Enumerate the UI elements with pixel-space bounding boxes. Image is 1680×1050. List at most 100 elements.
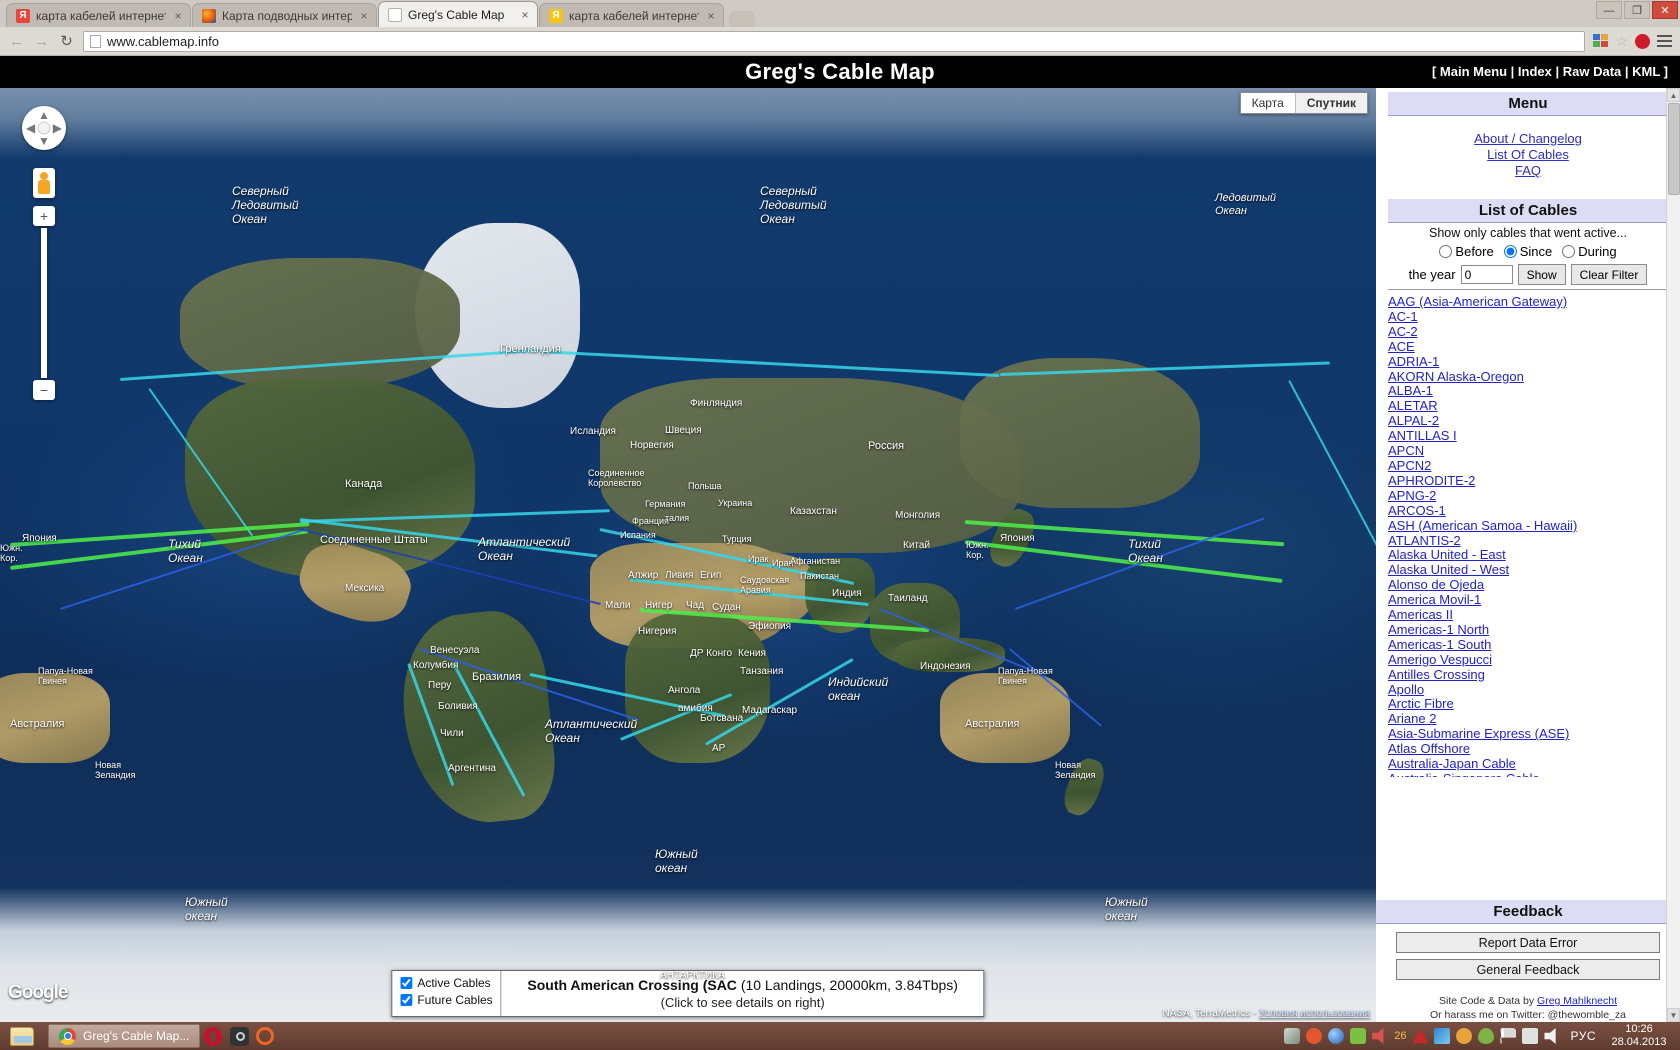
map-type-switch[interactable]: Карта Спутник: [1239, 92, 1368, 114]
terms-of-use-link[interactable]: Условия использования: [1259, 1008, 1370, 1019]
tab-close-icon[interactable]: ×: [705, 9, 717, 23]
cable-list-item[interactable]: Australia-Japan Cable: [1388, 756, 1668, 772]
cable-list-item[interactable]: Atlas Offshore: [1388, 741, 1668, 757]
cable-list-item[interactable]: APCN2: [1388, 458, 1668, 474]
taskbar-item-steam[interactable]: [226, 1023, 252, 1049]
cable-list-item[interactable]: AC-1: [1388, 309, 1668, 325]
cable-list-item[interactable]: Asia-Submarine Express (ASE): [1388, 726, 1668, 742]
cable-list-item[interactable]: ANTILLAS I: [1388, 428, 1668, 444]
general-feedback-button[interactable]: General Feedback: [1396, 959, 1660, 980]
panel-scrollbar[interactable]: ▲ ▼: [1666, 88, 1680, 1022]
eye-tray-icon[interactable]: [1478, 1028, 1495, 1044]
pan-center-icon[interactable]: [37, 121, 51, 135]
scroll-up-arrow-icon[interactable]: ▲: [1667, 88, 1680, 102]
taskbar-item-opera[interactable]: [200, 1023, 226, 1049]
cable-list[interactable]: AAG (Asia-American Gateway) AC-1 AC-2 ACE AD…: [1388, 295, 1668, 777]
cable-list-item[interactable]: APCN: [1388, 443, 1668, 459]
volume-tray-icon[interactable]: [1372, 1028, 1384, 1044]
cable-list-item[interactable]: AKORN Alaska-Oregon: [1388, 369, 1668, 385]
pan-up-icon[interactable]: ▲: [38, 108, 50, 122]
cable-list-item[interactable]: Apollo: [1388, 682, 1668, 698]
apps-grid-icon[interactable]: [1593, 34, 1609, 48]
picture-tray-icon[interactable]: [1434, 1028, 1451, 1044]
taskbar-item-chrome[interactable]: Greg's Cable Map...: [48, 1024, 201, 1048]
browser-tab-2[interactable]: Карта подводных интерн ×: [192, 3, 377, 27]
cable-list-item[interactable]: Alaska United - West: [1388, 562, 1668, 578]
cable-map[interactable]: Карта Спутник ▲ ▼ ◀ ▶ + − Google NASA, T…: [0, 88, 1376, 1022]
extension-icon[interactable]: [1635, 33, 1650, 49]
future-cables-checkbox[interactable]: [400, 994, 413, 1006]
menu-link-list-of-cables[interactable]: List Of Cables: [1388, 147, 1668, 162]
flag-tray-icon[interactable]: [1500, 1028, 1517, 1044]
cable-list-item[interactable]: Antilles Crossing: [1388, 667, 1668, 683]
cable-list-item[interactable]: AAG (Asia-American Gateway): [1388, 295, 1668, 310]
network-tray-icon[interactable]: [1522, 1028, 1539, 1044]
cable-list-item[interactable]: Americas-1 South: [1388, 637, 1668, 653]
globe-tray-icon[interactable]: [1328, 1028, 1345, 1044]
cable-list-item[interactable]: Arctic Fibre: [1388, 697, 1668, 712]
pan-control[interactable]: ▲ ▼ ◀ ▶: [22, 106, 66, 150]
cable-list-item[interactable]: ARCOS-1: [1388, 503, 1668, 519]
cable-list-item[interactable]: Alonso de Ojeda: [1388, 577, 1668, 593]
cable-list-item[interactable]: Amerigo Vespucci: [1388, 652, 1668, 668]
cable-list-item[interactable]: ALETAR: [1388, 398, 1668, 414]
cable-list-item[interactable]: Ariane 2: [1388, 711, 1668, 727]
file-explorer-button[interactable]: [0, 1023, 44, 1049]
scroll-down-arrow-icon[interactable]: ▼: [1667, 1008, 1680, 1022]
menu-link-about[interactable]: About / Changelog: [1388, 131, 1668, 146]
cable-list-item[interactable]: America Movil-1: [1388, 592, 1668, 608]
cable-list-item[interactable]: APHRODITE-2: [1388, 473, 1668, 489]
pan-left-icon[interactable]: ◀: [26, 121, 35, 135]
cable-list-item[interactable]: Americas II: [1388, 607, 1668, 623]
info-tray-icon[interactable]: [1456, 1028, 1473, 1044]
address-bar[interactable]: www.cablemap.info: [83, 30, 1586, 52]
report-data-error-button[interactable]: Report Data Error: [1396, 932, 1660, 953]
cable-list-item[interactable]: ADRIA-1: [1388, 354, 1668, 370]
menu-link-faq[interactable]: FAQ: [1388, 163, 1668, 178]
reload-icon[interactable]: ↻: [58, 33, 75, 50]
cable-list-item[interactable]: ATLANTIS-2: [1388, 533, 1668, 549]
taskbar-clock[interactable]: 10:26 28.04.2013: [1606, 1023, 1672, 1049]
active-cables-toggle[interactable]: Active Cables: [400, 976, 492, 990]
radio-before[interactable]: [1439, 245, 1453, 258]
maximize-button[interactable]: ❐: [1624, 1, 1650, 19]
map-type-karta[interactable]: Карта: [1241, 93, 1296, 113]
zoom-out-button[interactable]: −: [33, 380, 55, 400]
tab-close-icon[interactable]: ×: [172, 9, 184, 23]
cable-list-item[interactable]: APNG-2: [1388, 488, 1668, 504]
filter-radio-group[interactable]: Before Since During: [1388, 244, 1668, 259]
language-indicator[interactable]: РУС: [1570, 1029, 1596, 1043]
browser-tab-4[interactable]: Я карта кабелей интернета ×: [539, 3, 724, 27]
credit-author-link[interactable]: Greg Mahlknecht: [1537, 995, 1617, 1007]
tab-close-icon[interactable]: ×: [519, 8, 531, 22]
forward-icon[interactable]: →: [33, 33, 50, 50]
active-cables-checkbox[interactable]: [400, 977, 413, 989]
browser-tab-1[interactable]: Я карта кабелей интернета ×: [6, 3, 191, 27]
cable-list-item[interactable]: AC-2: [1388, 324, 1668, 340]
clear-filter-button[interactable]: Clear Filter: [1570, 264, 1648, 285]
pan-down-icon[interactable]: ▼: [38, 134, 50, 148]
cable-list-item[interactable]: Americas-1 North: [1388, 622, 1668, 638]
window-close-button[interactable]: ✕: [1652, 1, 1678, 19]
cable-list-item[interactable]: ACE: [1388, 339, 1668, 355]
future-cables-toggle[interactable]: Future Cables: [400, 993, 493, 1007]
show-button[interactable]: Show: [1517, 264, 1566, 285]
radio-since[interactable]: [1503, 245, 1517, 258]
nvidia-tray-icon[interactable]: [1284, 1028, 1301, 1044]
browser-tab-3-active[interactable]: Greg's Cable Map ×: [378, 1, 538, 27]
back-icon[interactable]: ←: [8, 33, 25, 50]
cable-list-item[interactable]: ALPAL-2: [1388, 413, 1668, 429]
check-tray-icon[interactable]: [1350, 1028, 1367, 1044]
speaker-tray-icon[interactable]: [1544, 1028, 1556, 1044]
hamburger-menu-icon[interactable]: [1657, 35, 1672, 47]
tab-close-icon[interactable]: ×: [358, 9, 370, 23]
zoom-control[interactable]: + −: [33, 206, 55, 400]
filter-option-since[interactable]: Since: [1503, 244, 1552, 259]
pan-right-icon[interactable]: ▶: [53, 121, 62, 135]
antivirus-tray-icon[interactable]: [1306, 1028, 1323, 1044]
cable-list-item[interactable]: Australia-Singapore Cable: [1388, 771, 1668, 777]
scrollbar-thumb[interactable]: [1668, 103, 1680, 195]
year-input[interactable]: [1460, 265, 1513, 284]
radio-during[interactable]: [1562, 245, 1576, 258]
cable-list-item[interactable]: ASH (American Samoa - Hawaii): [1388, 518, 1668, 534]
